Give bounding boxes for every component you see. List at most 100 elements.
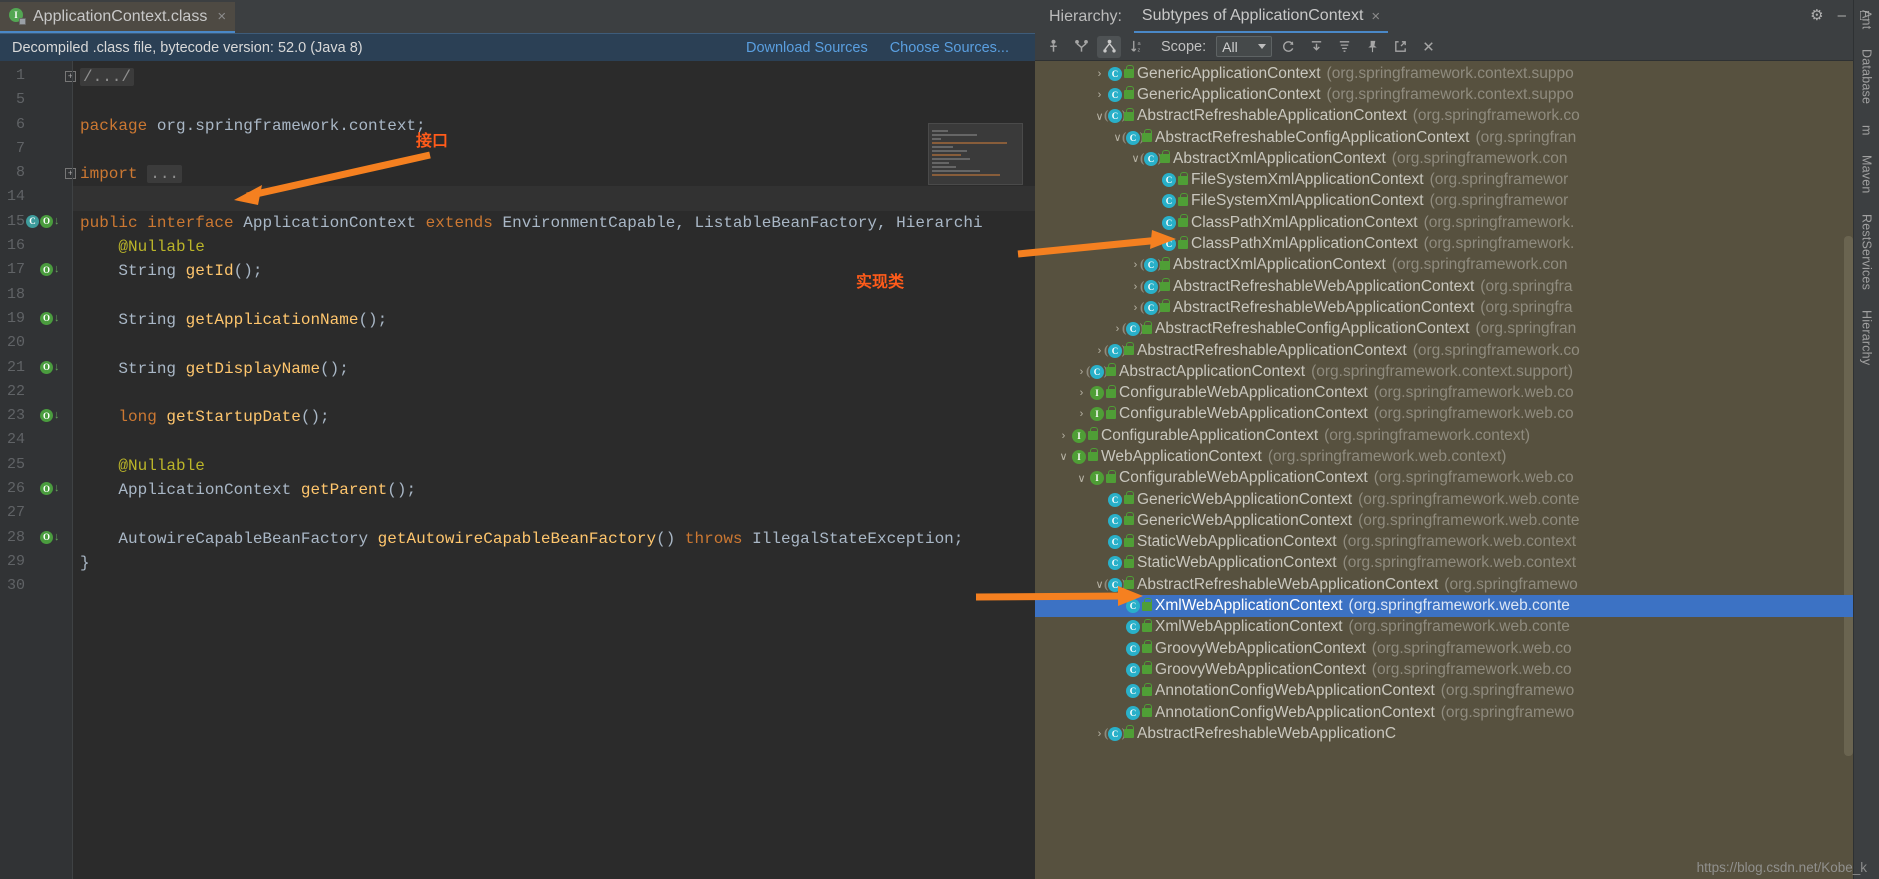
code-line[interactable] [72, 429, 1035, 453]
code-line[interactable] [72, 575, 1035, 599]
supertypes-hierarchy-icon[interactable] [1041, 36, 1065, 58]
hierarchy-node[interactable]: C GroovyWebApplicationContext (org.springf… [1035, 638, 1853, 659]
hierarchy-node[interactable]: ›CAbstractRefreshableWebApplicationC [1035, 723, 1853, 744]
gutter-marker[interactable]: O ↓ [40, 360, 60, 374]
hierarchy-node[interactable]: C ClassPathXmlApplicationContext (org.spri… [1035, 212, 1853, 233]
override-marker-icon[interactable]: O [40, 482, 53, 496]
hierarchy-node[interactable]: ›CAbstractRefreshableConfigApplicationCo… [1035, 319, 1853, 340]
hierarchy-node[interactable]: ∨CAbstractRefreshableApplicationContext(… [1035, 106, 1853, 127]
hierarchy-node[interactable]: C AnnotationConfigWebApplicationContext (o… [1035, 702, 1853, 723]
code-line[interactable] [72, 138, 1035, 162]
chevron-right-icon[interactable]: › [1055, 430, 1072, 442]
code-line[interactable]: long getStartupDate(); [72, 405, 1035, 429]
gutter-marker[interactable]: O ↓ [40, 263, 60, 277]
hierarchy-node[interactable]: C AnnotationConfigWebApplicationContext (o… [1035, 681, 1853, 702]
hierarchy-node[interactable]: C ClassPathXmlApplicationContext (org.spri… [1035, 233, 1853, 254]
sort-alphabetically-icon[interactable]: az [1125, 36, 1149, 58]
override-marker-icon[interactable]: O [40, 409, 53, 423]
hierarchy-node[interactable]: ∨CAbstractXmlApplicationContext(org.spri… [1035, 148, 1853, 169]
maximize-icon[interactable]: □ [1860, 7, 1869, 24]
tool-strip-button-maven[interactable]: Maven [1860, 155, 1874, 194]
gutter-marker[interactable]: O ↓ [40, 311, 60, 325]
hierarchy-node[interactable]: ›CAbstractRefreshableWebApplicationConte… [1035, 297, 1853, 318]
code-line[interactable]: /.../ [72, 65, 1035, 89]
code-line[interactable]: @Nullable [72, 454, 1035, 478]
gutter-marker[interactable]: C O ↓ [26, 214, 60, 228]
hierarchy-node[interactable]: ›CAbstractXmlApplicationContext(org.spri… [1035, 255, 1853, 276]
hierarchy-node[interactable]: ›CAbstractRefreshableWebApplicationConte… [1035, 276, 1853, 297]
expand-all-icon[interactable] [1304, 36, 1328, 58]
download-sources-link[interactable]: Download Sources [746, 40, 868, 56]
hierarchy-node[interactable]: › I ConfigurableWebApplicationContext (org.… [1035, 382, 1853, 403]
override-marker-icon[interactable]: O [40, 360, 53, 374]
chevron-right-icon[interactable]: › [1091, 68, 1108, 80]
code-line[interactable]: AutowireCapableBeanFactory getAutowireCa… [72, 527, 1035, 551]
chevron-down-icon[interactable]: ∨ [1055, 450, 1072, 463]
code-line[interactable]: public interface ApplicationContext exte… [72, 211, 1035, 235]
tool-strip-button-database[interactable]: Database [1860, 49, 1874, 104]
code-line[interactable] [72, 186, 1035, 211]
code-line[interactable]: String getDisplayName(); [72, 357, 1035, 381]
override-marker-icon[interactable]: O [40, 530, 53, 544]
override-marker-icon[interactable]: O [40, 311, 53, 325]
chevron-down-icon[interactable]: ∨ [1073, 472, 1090, 485]
editor-tab-applicationcontext[interactable]: I ApplicationContext.class × [0, 2, 236, 33]
code-line[interactable]: @Nullable [72, 235, 1035, 259]
code-line[interactable]: ApplicationContext getParent(); [72, 478, 1035, 502]
hierarchy-tree[interactable]: › C GenericApplicationContext (org.springfr… [1035, 61, 1853, 879]
editor-gutter[interactable]: 1 +5 6 7 8 +14 15 C O ↓ 16 17 O ↓ 18 19 O ↓ 20 21 O ↓ 22 23 O ↓ 24… [0, 61, 76, 879]
override-marker-icon[interactable]: O [40, 214, 53, 228]
tool-strip-button-restservices[interactable]: RestServices [1860, 214, 1874, 290]
hierarchy-node[interactable]: › C GenericApplicationContext (org.springfr… [1035, 63, 1853, 84]
scope-select[interactable]: All [1216, 36, 1273, 57]
hierarchy-node[interactable]: C FileSystemXmlApplicationContext (org.spr… [1035, 169, 1853, 190]
gear-icon[interactable]: ⚙ [1810, 6, 1823, 24]
hierarchy-node[interactable]: ∨CAbstractRefreshableWebApplicationConte… [1035, 574, 1853, 595]
code-line[interactable]: package org.springframework.context; [72, 114, 1035, 138]
hierarchy-node[interactable]: C StaticWebApplicationContext (org.springf… [1035, 553, 1853, 574]
code-line[interactable]: } [72, 551, 1035, 575]
chevron-right-icon[interactable]: › [1073, 408, 1090, 420]
code-area[interactable]: 1 +5 6 7 8 +14 15 C O ↓ 16 17 O ↓ 18 19 O ↓ 20 21 O ↓ 22 23 O ↓ 24… [0, 61, 1035, 879]
code-line[interactable] [72, 332, 1035, 356]
hierarchy-node[interactable]: › I ConfigurableApplicationContext (org.spr… [1035, 425, 1853, 446]
override-marker-icon[interactable]: O [40, 263, 53, 277]
code-line[interactable]: String getApplicationName(); [72, 308, 1035, 332]
collapse-all-icon[interactable] [1332, 36, 1356, 58]
tool-strip-button-hierarchy[interactable]: Hierarchy [1860, 310, 1874, 365]
hierarchy-node[interactable]: › C GenericApplicationContext (org.springfr… [1035, 84, 1853, 105]
hierarchy-node[interactable]: ∨ I WebApplicationContext (org.springframew… [1035, 446, 1853, 467]
hierarchy-node[interactable]: C GenericWebApplicationContext (org.spring… [1035, 489, 1853, 510]
subtypes-hierarchy-icon[interactable] [1069, 36, 1093, 58]
close-icon[interactable]: × [1371, 8, 1380, 25]
gutter-marker[interactable]: O ↓ [40, 482, 60, 496]
choose-sources-link[interactable]: Choose Sources... [890, 40, 1009, 56]
close-icon[interactable] [1416, 36, 1440, 58]
hierarchy-node[interactable]: C GenericWebApplicationContext (org.spring… [1035, 510, 1853, 531]
open-in-editor-icon[interactable] [1388, 36, 1412, 58]
hierarchy-node-selected[interactable]: C XmlWebApplicationContext (org.springfram… [1035, 595, 1853, 617]
class-hierarchy-icon[interactable] [1097, 35, 1121, 58]
hierarchy-node[interactable]: C XmlWebApplicationContext (org.springfram… [1035, 617, 1853, 638]
code-line[interactable] [72, 502, 1035, 526]
code-line[interactable] [72, 381, 1035, 405]
hierarchy-node[interactable]: ›CAbstractRefreshableApplicationContext(… [1035, 340, 1853, 361]
gutter-marker[interactable]: O ↓ [40, 530, 60, 544]
code-line[interactable] [72, 89, 1035, 113]
code-line[interactable]: import ... [72, 162, 1035, 186]
hierarchy-node[interactable]: C StaticWebApplicationContext (org.springf… [1035, 532, 1853, 553]
minimize-icon[interactable]: – [1838, 7, 1846, 24]
hierarchy-node[interactable]: ›CAbstractApplicationContext(org.springf… [1035, 361, 1853, 382]
hierarchy-tab-subtypes[interactable]: Subtypes of ApplicationContext × [1133, 7, 1389, 33]
gutter-marker[interactable]: O ↓ [40, 409, 60, 423]
refresh-icon[interactable] [1276, 36, 1300, 58]
tool-strip-button-m[interactable]: m [1860, 125, 1874, 136]
pin-tab-icon[interactable] [1360, 36, 1384, 58]
close-icon[interactable]: × [217, 8, 226, 25]
hierarchy-node[interactable]: ∨CAbstractRefreshableConfigApplicationCo… [1035, 127, 1853, 148]
hierarchy-node[interactable]: C FileSystemXmlApplicationContext (org.spr… [1035, 191, 1853, 212]
chevron-right-icon[interactable]: › [1091, 89, 1108, 101]
hierarchy-node[interactable]: › I ConfigurableWebApplicationContext (org.… [1035, 404, 1853, 425]
code-text[interactable]: /.../ package org.springframework.context… [72, 61, 1035, 879]
chevron-right-icon[interactable]: › [1073, 387, 1090, 399]
